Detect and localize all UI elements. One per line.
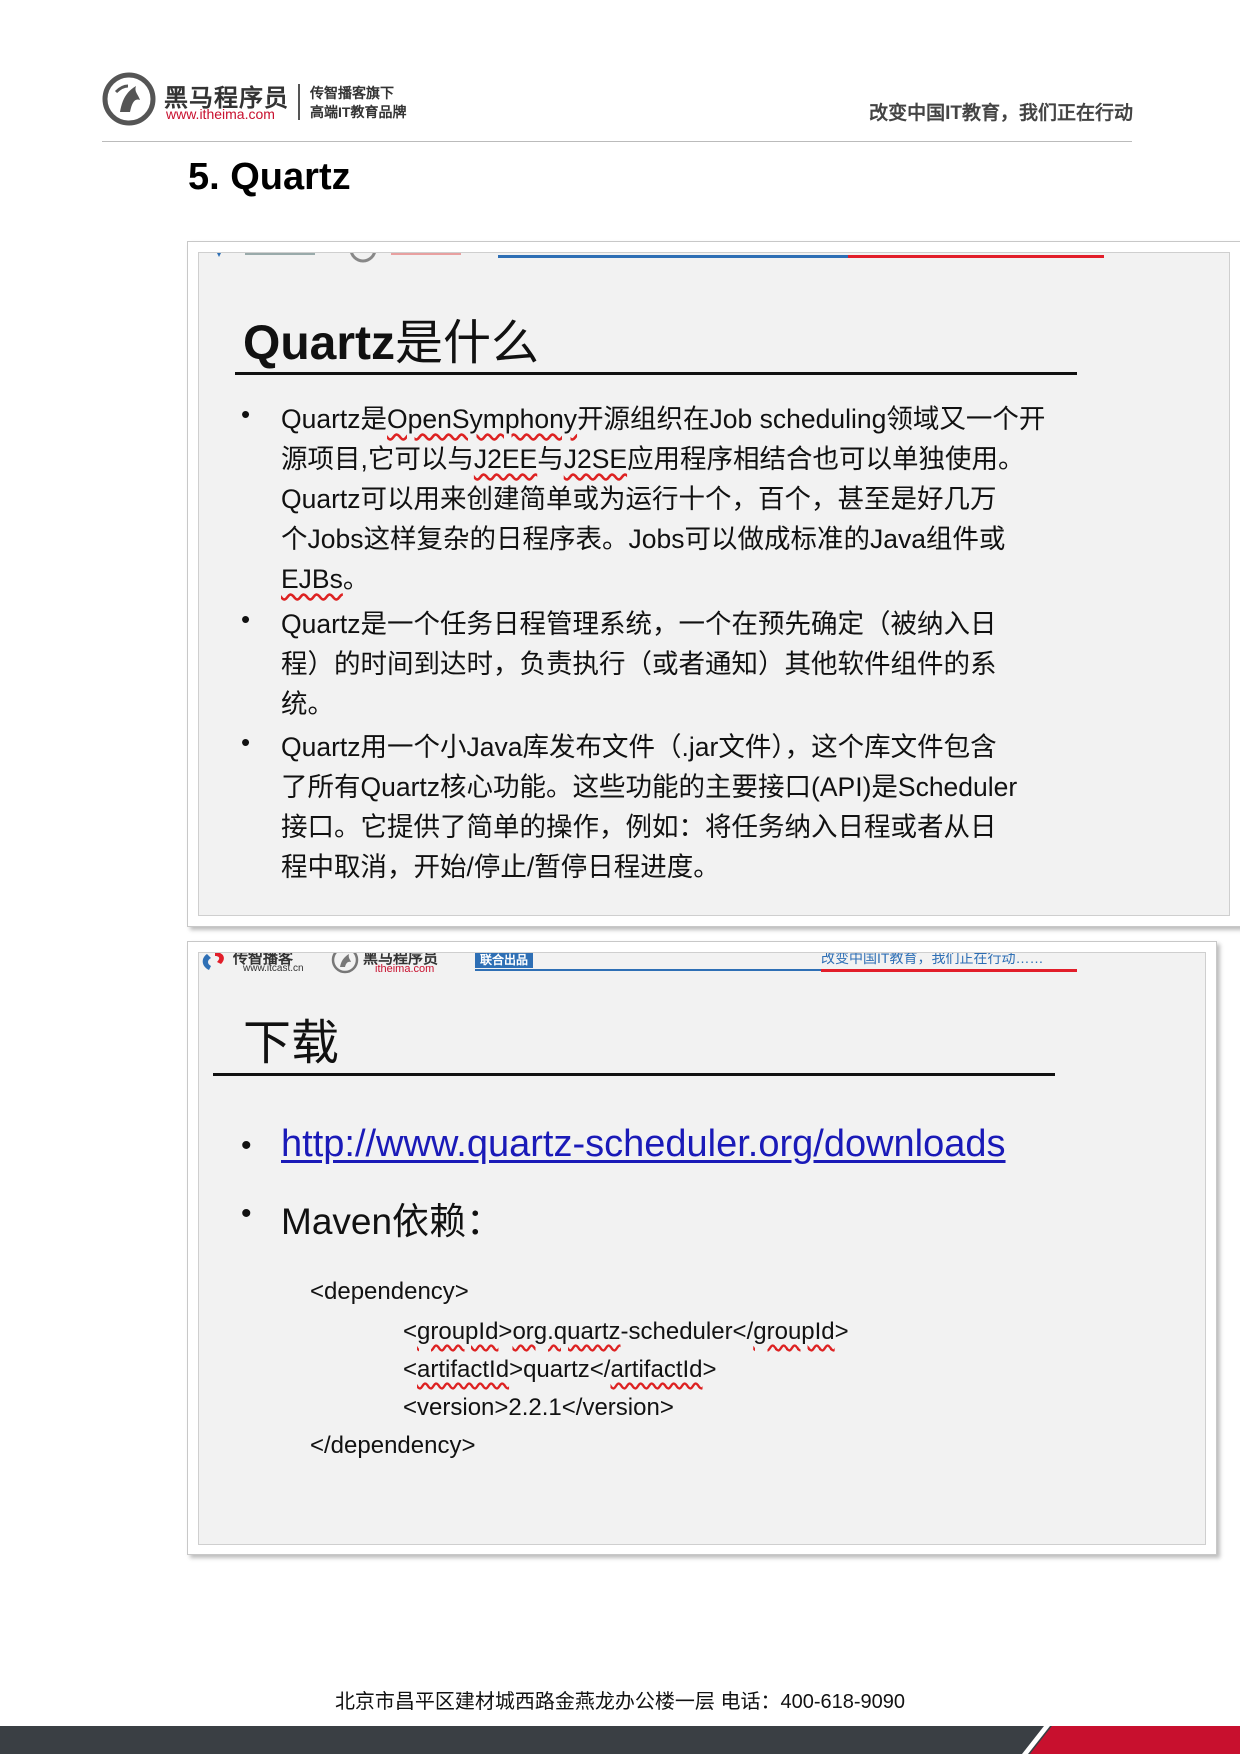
text-line: 个Jobs这样复杂的日程序表。Jobs可以做成标准的Java组件或 — [281, 524, 1006, 554]
bullet-dot: • — [241, 399, 251, 429]
text-line: 统。 — [281, 689, 334, 719]
text-line: 接口。它提供了简单的操作，例如：将任务纳入日程或者从日 — [281, 812, 997, 842]
slide-title-rule — [235, 372, 1077, 375]
header-slogan: 改变中国IT教育，我们正在行动 — [869, 103, 1133, 124]
brand-logo: 黑马程序员 www.itheima.com 传智播客旗下 高端IT教育品牌 — [102, 70, 442, 130]
band-slogan: 改变中国IT教育，我们正在行动…… — [821, 952, 1044, 966]
slide-title-rule — [213, 1073, 1055, 1076]
text-line: 程）的时间到达时，负责执行（或者通知）其他软件组件的系 — [281, 649, 997, 679]
bullet-dot: • — [241, 1129, 252, 1162]
itheima-url: itheima.com — [375, 963, 435, 975]
logo-divider — [298, 84, 300, 120]
text-line: Quartz是OpenSymphony开源组织在Job scheduling领域… — [281, 404, 1046, 434]
horse-logo-icon — [102, 72, 156, 126]
download-link[interactable]: http://www.quartz-scheduler.org/download… — [281, 1123, 1006, 1166]
band-red-line — [848, 255, 1104, 258]
slide-top-band: 传智播客 www.itcast.cn 黑马程序员 itheima.com 联合出… — [199, 953, 1205, 979]
text-line: 了所有Quartz核心功能。这些功能的主要接口(API)是Scheduler — [281, 772, 1018, 802]
section-title: 5. Quartz — [188, 156, 351, 198]
slide-title: Quartz是什么 — [243, 303, 539, 373]
joint-production-tag: 联合出品 — [475, 953, 534, 968]
footer-bar — [0, 1726, 1240, 1754]
slide-title-latin: Quartz — [243, 317, 396, 370]
text-line: Quartz是一个任务日程管理系统，一个在预先确定（被纳入日 — [281, 609, 997, 639]
code-line: </dependency> — [310, 1432, 476, 1459]
slide-what-is-quartz: Quartz是什么 • Quartz是OpenSymphony开源组织在Job … — [198, 252, 1230, 916]
slide-download: 传智播客 www.itcast.cn 黑马程序员 itheima.com 联合出… — [198, 952, 1206, 1545]
slide-top-band — [199, 253, 1229, 279]
maven-label: Maven依赖： — [281, 1201, 504, 1242]
text-line: EJBs。 — [281, 564, 370, 594]
code-line: <version>2.2.1</version> — [403, 1394, 674, 1421]
bullet-2-text: Quartz是一个任务日程管理系统，一个在预先确定（被纳入日 程）的时间到达时，… — [281, 604, 997, 724]
text-line: 程中取消，开始/停止/暂停日程进度。 — [281, 852, 720, 882]
itcast-url: www.itcast.cn — [243, 963, 304, 974]
code-line: <groupId>org.quartz-scheduler</groupId> — [403, 1318, 849, 1345]
band-blue-line — [498, 255, 848, 258]
partner-logos-icon — [217, 253, 461, 263]
header-divider — [102, 141, 1132, 142]
slide-title: 下载 — [243, 1017, 340, 1070]
itcast-logo-icon — [202, 953, 224, 970]
footer-address: 北京市昌平区建材城西路金燕龙办公楼一层 电话：400-618-9090 — [334, 1691, 906, 1713]
brand-tagline-1: 传智播客旗下 — [310, 85, 394, 101]
code-line: <dependency> — [310, 1278, 469, 1305]
bullet-1-text: Quartz是OpenSymphony开源组织在Job scheduling领域… — [281, 399, 1045, 599]
slide-title-cjk: 是什么 — [395, 317, 540, 370]
text-line: 源项目,它可以与J2EE与J2SE应用程序相结合也可以单独使用。 — [281, 444, 1025, 474]
text-line: Quartz用一个小Java库发布文件（.jar文件），这个库文件包含 — [281, 732, 997, 762]
bullet-dot: • — [241, 1197, 252, 1230]
brand-url: www.itheima.com — [166, 106, 275, 122]
brand-tagline-2: 高端IT教育品牌 — [310, 104, 407, 120]
horse-logo-icon — [331, 953, 359, 974]
bullet-dot: • — [241, 604, 251, 634]
bullet-dot: • — [241, 727, 251, 757]
bullet-3-text: Quartz用一个小Java库发布文件（.jar文件），这个库文件包含 了所有Q… — [281, 727, 1017, 887]
text-line: Quartz可以用来创建简单或为运行十个，百个，甚至是好几万 — [281, 484, 997, 514]
code-line: <artifactId>quartz</artifactId> — [403, 1356, 717, 1383]
band-blue-line — [475, 969, 821, 971]
band-red-line — [821, 969, 1077, 972]
